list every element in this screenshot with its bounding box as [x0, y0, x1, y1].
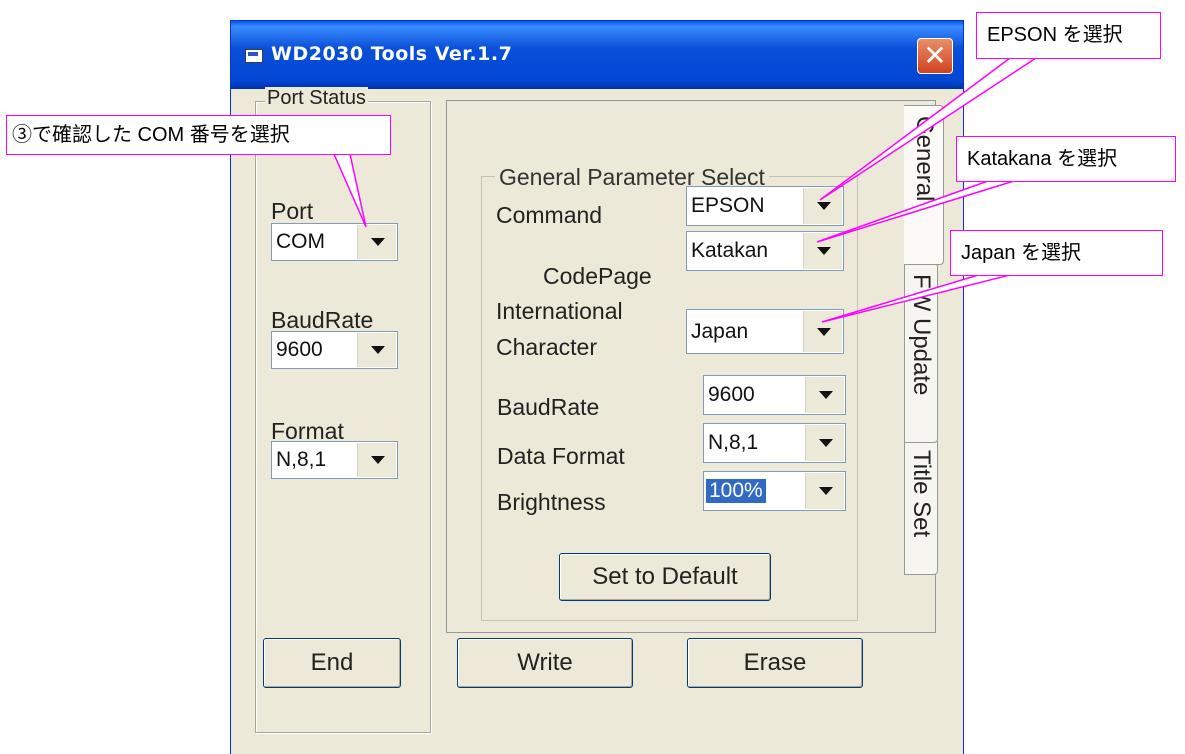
- brightness-label: Brightness: [497, 489, 606, 515]
- command-label: Command: [496, 202, 603, 228]
- chevron-down-icon[interactable]: [805, 377, 844, 413]
- international-value: Japan: [691, 319, 749, 343]
- chevron-down-icon[interactable]: [357, 225, 396, 259]
- tab-fw-update[interactable]: FW Update: [904, 263, 938, 443]
- data-format-value: N,8,1: [708, 431, 759, 454]
- format-select[interactable]: N,8,1: [271, 441, 398, 479]
- chevron-down-icon[interactable]: [357, 333, 396, 367]
- window-title: WD2030 Tools Ver.1.7: [271, 43, 513, 65]
- baudrate-value: 9600: [276, 338, 323, 361]
- tab-title-set[interactable]: Title Set: [904, 439, 938, 575]
- tab-general-label: General: [911, 116, 938, 202]
- chevron-down-icon[interactable]: [803, 233, 842, 269]
- general-baudrate-select[interactable]: 9600: [703, 375, 846, 415]
- command-value: EPSON: [691, 194, 765, 217]
- port-label: Port: [271, 198, 314, 224]
- data-format-label: Data Format: [497, 443, 625, 469]
- title-bar[interactable]: WD2030 Tools Ver.1.7 ✕: [231, 21, 963, 89]
- international-label-line2: Character: [496, 334, 597, 360]
- end-button[interactable]: End: [263, 638, 401, 688]
- chevron-down-icon[interactable]: [803, 311, 842, 352]
- brightness-value: 100%: [706, 479, 766, 503]
- app-icon: [245, 49, 263, 63]
- international-select[interactable]: Japan: [686, 309, 844, 354]
- callout-com: ③で確認した COM 番号を選択: [6, 115, 391, 155]
- callout-japan: Japan を選択: [950, 230, 1163, 276]
- close-icon: ✕: [923, 39, 947, 72]
- set-to-default-button[interactable]: Set to Default: [559, 553, 771, 601]
- chevron-down-icon[interactable]: [805, 473, 844, 509]
- tab-fw-update-label: FW Update: [908, 274, 935, 396]
- chevron-down-icon[interactable]: [357, 443, 396, 477]
- port-value: COM: [276, 230, 325, 253]
- format-value: N,8,1: [276, 448, 327, 471]
- codepage-value: Katakan: [691, 239, 769, 262]
- data-format-select[interactable]: N,8,1: [703, 423, 846, 463]
- tab-general[interactable]: General: [904, 105, 944, 265]
- codepage-select[interactable]: Katakan: [686, 231, 844, 271]
- callout-katakana: Katakana を選択: [956, 136, 1176, 182]
- chevron-down-icon[interactable]: [805, 425, 844, 461]
- general-baudrate-value: 9600: [708, 383, 755, 406]
- international-label-line1: International: [496, 298, 623, 324]
- command-select[interactable]: EPSON: [686, 186, 844, 226]
- erase-button[interactable]: Erase: [687, 638, 863, 688]
- port-select[interactable]: COM: [271, 223, 398, 261]
- baudrate-select[interactable]: 9600: [271, 331, 398, 369]
- callout-epson: EPSON を選択: [976, 12, 1161, 59]
- port-status-title: Port Status: [265, 87, 368, 107]
- baudrate-label: BaudRate: [271, 307, 374, 333]
- close-button[interactable]: ✕: [917, 38, 953, 74]
- codepage-label: CodePage: [543, 263, 652, 289]
- general-baudrate-label: BaudRate: [497, 394, 600, 420]
- chevron-down-icon[interactable]: [803, 188, 842, 224]
- tab-title-set-label: Title Set: [908, 450, 935, 538]
- write-button[interactable]: Write: [457, 638, 633, 688]
- international-character-label: International Character: [496, 298, 623, 360]
- brightness-select[interactable]: 100%: [703, 471, 846, 511]
